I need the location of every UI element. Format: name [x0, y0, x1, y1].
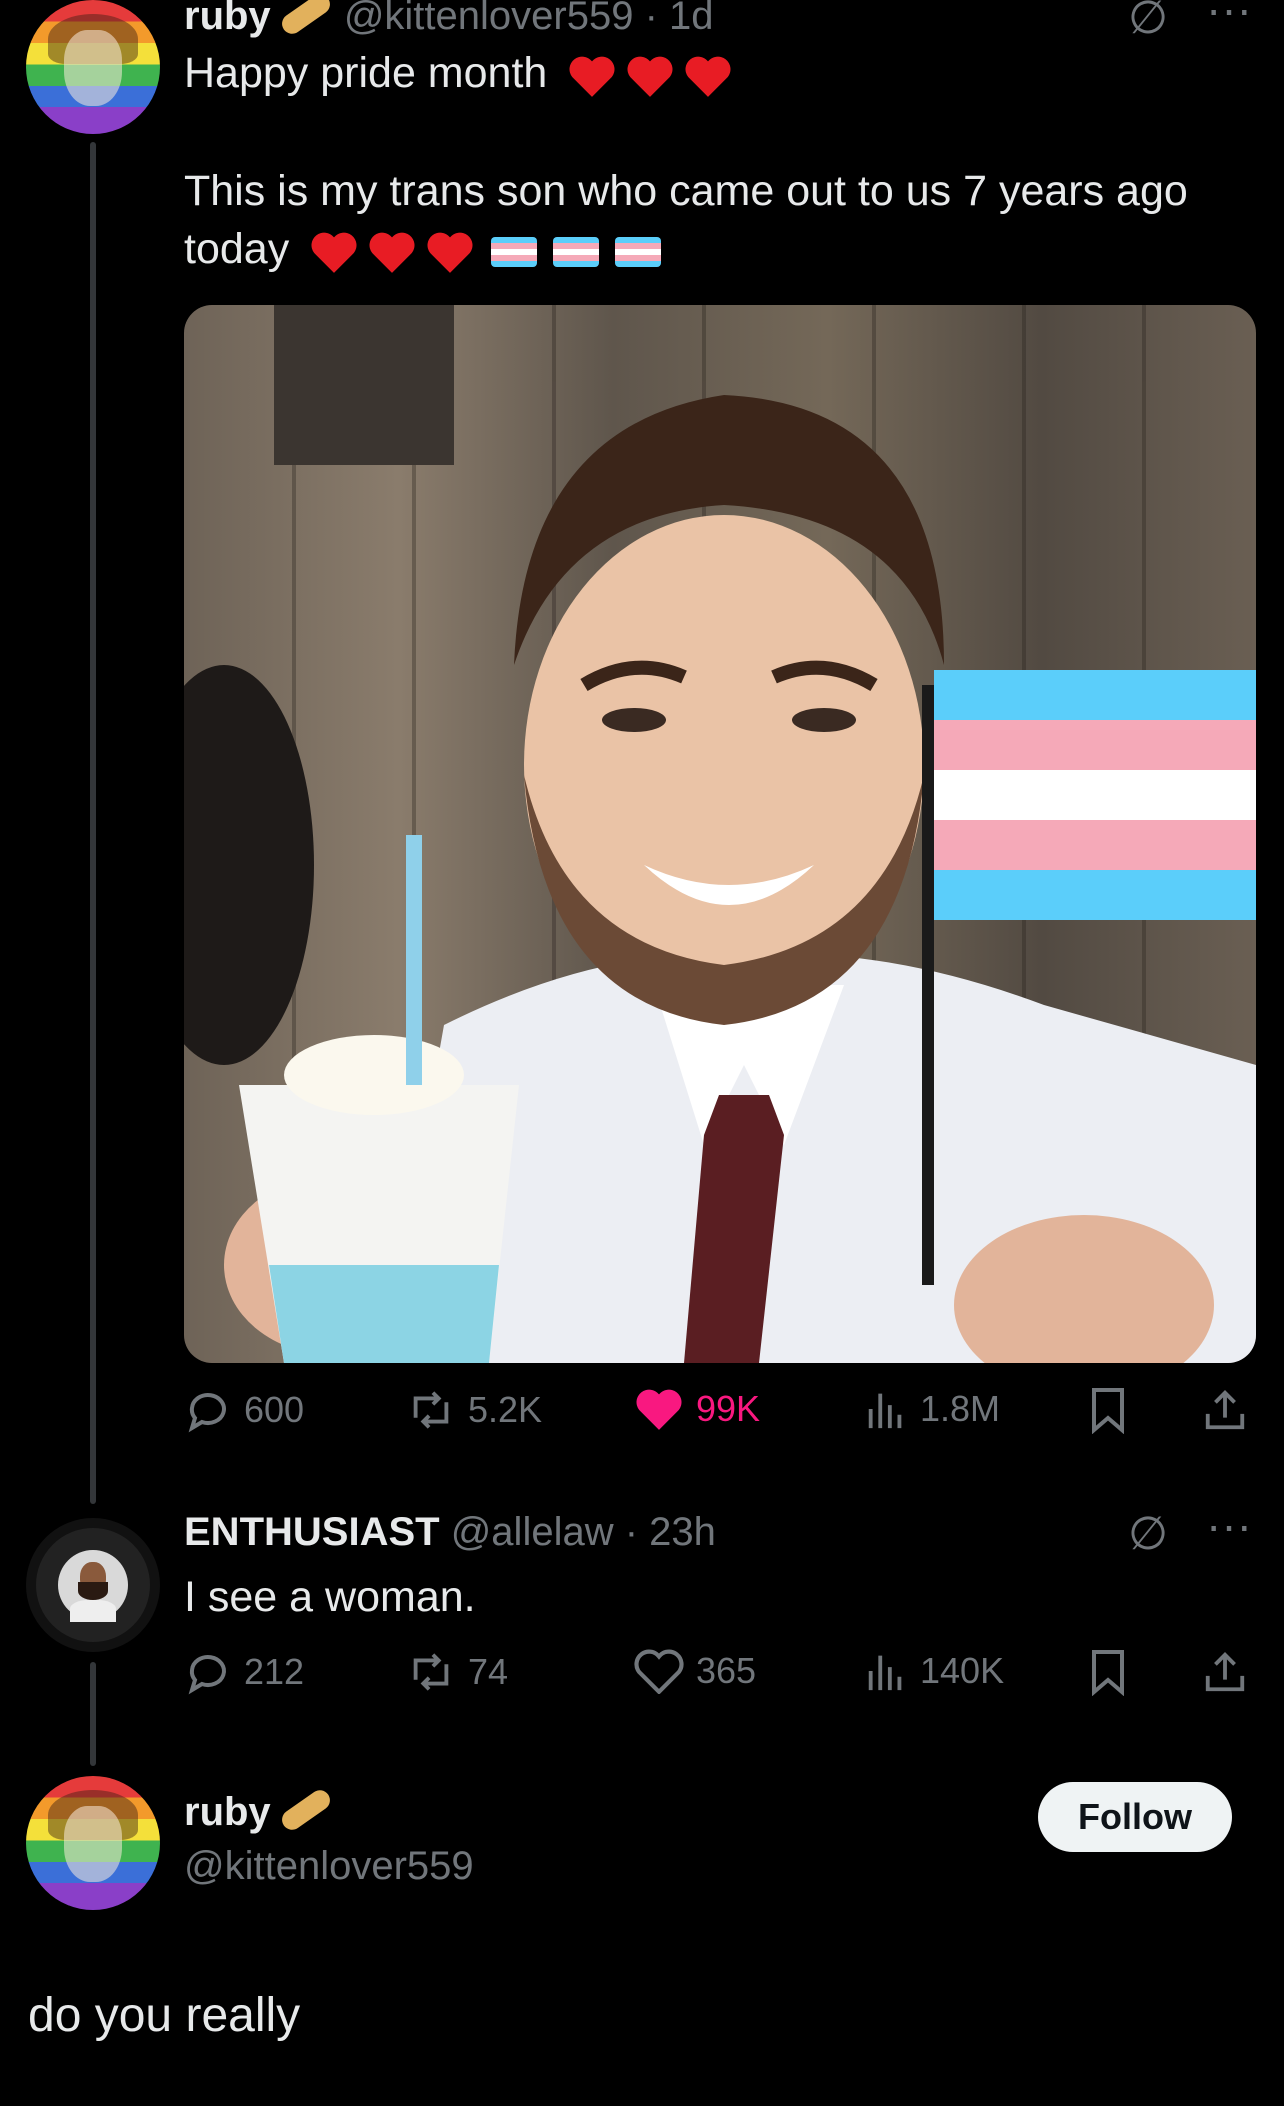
transgender-flag-emoji — [615, 236, 662, 267]
tweet-text: Happy pride month — [184, 44, 733, 102]
thread-connector — [90, 142, 96, 1504]
red-heart-icon — [627, 56, 673, 97]
response-text: do you really — [28, 1989, 301, 2042]
response-author-avatar[interactable] — [26, 1776, 160, 1910]
heart-filled-icon — [636, 1389, 682, 1430]
views-icon — [868, 1393, 902, 1429]
tweet-text-body: This is my trans son who came out to us … — [184, 162, 1188, 278]
share-button[interactable] — [1202, 1386, 1260, 1434]
reply-count: 600 — [244, 1389, 305, 1430]
follow-button[interactable]: Follow — [1038, 1782, 1232, 1852]
response-author-handle-row: @kittenlover559 — [184, 1844, 474, 1889]
retweet-icon — [413, 1653, 449, 1691]
bookmark-button[interactable] — [1088, 1648, 1140, 1696]
bookmark-button[interactable] — [1088, 1386, 1140, 1434]
author-name[interactable]: ruby — [184, 0, 271, 38]
views-count: 1.8M — [920, 1388, 1001, 1429]
reply-actions: 212 74 365 140K — [184, 1648, 1256, 1708]
response-author-handle[interactable]: @kittenlover559 — [184, 1844, 474, 1888]
red-heart-icon — [569, 56, 615, 97]
reply-timestamp[interactable]: · 23h — [625, 1510, 716, 1554]
tweet-header: ruby @kittenlover559 · 1d — [184, 0, 714, 39]
retweet-count: 5.2K — [468, 1389, 543, 1430]
thread-connector — [90, 1662, 96, 1766]
tweet-photo[interactable] — [184, 305, 1256, 1363]
retweet-button[interactable]: 5.2K — [406, 1386, 542, 1434]
tweet-text-line2: This is my trans son who came out to us … — [184, 167, 1188, 215]
response-author-name[interactable]: ruby — [184, 1790, 271, 1834]
baguette-emoji — [277, 0, 334, 39]
muted-icon[interactable]: ∅ — [1128, 0, 1168, 40]
retweet-button[interactable]: 74 — [406, 1648, 508, 1696]
author-handle[interactable]: @kittenlover559 — [344, 0, 634, 38]
views-count: 140K — [920, 1650, 1005, 1691]
tweet-text-line1: Happy pride month — [184, 49, 548, 97]
like-button[interactable]: 99K — [634, 1386, 760, 1432]
more-options-icon[interactable]: ··· — [1206, 0, 1252, 32]
views-button[interactable]: 1.8M — [864, 1386, 1000, 1432]
reply-count: 212 — [244, 1651, 305, 1692]
author-avatar[interactable] — [26, 0, 160, 134]
reply-header: ENTHUSIAST @allelaw · 23h — [184, 1510, 716, 1555]
reply-icon — [188, 1655, 226, 1695]
transgender-flag-emoji — [491, 236, 538, 267]
photo-illustration — [184, 305, 1256, 1363]
red-heart-icon — [369, 232, 415, 273]
bookmark-icon — [1092, 1650, 1124, 1696]
reply-author-avatar[interactable] — [26, 1518, 160, 1652]
thread-view: ruby @kittenlover559 · 1d ∅ ··· Happy pr… — [0, 0, 1284, 2106]
tweet-text-line3-row: today — [184, 220, 1188, 278]
reply-text: I see a woman. — [184, 1573, 476, 1621]
reply-button[interactable]: 212 — [184, 1648, 304, 1696]
like-button[interactable]: 365 — [634, 1648, 756, 1694]
red-heart-icon — [685, 56, 731, 97]
bookmark-icon — [1092, 1388, 1124, 1434]
red-heart-icon — [427, 232, 473, 273]
timestamp[interactable]: · 1d — [645, 0, 714, 38]
response-author-name-row: ruby — [184, 1786, 334, 1835]
retweet-count: 74 — [468, 1651, 509, 1692]
reply-button[interactable]: 600 — [184, 1386, 304, 1434]
reply-author-name[interactable]: ENTHUSIAST — [184, 1510, 440, 1554]
like-count: 365 — [696, 1650, 757, 1691]
share-icon — [1205, 1652, 1245, 1692]
views-button[interactable]: 140K — [864, 1648, 1004, 1694]
share-icon — [1205, 1390, 1245, 1430]
more-options-icon[interactable]: ··· — [1206, 1502, 1252, 1548]
like-count: 99K — [696, 1388, 761, 1429]
baguette-emoji — [277, 1786, 334, 1835]
views-icon — [868, 1655, 902, 1691]
tweet-actions: 600 5.2K 99K 1.8M — [184, 1386, 1256, 1446]
reply-author-handle[interactable]: @allelaw — [451, 1510, 614, 1554]
red-heart-icon — [311, 232, 357, 273]
tweet-text-line3: today — [184, 225, 290, 273]
heart-outline-icon — [634, 1649, 684, 1694]
transgender-flag-emoji — [553, 236, 600, 267]
muted-icon[interactable]: ∅ — [1128, 1510, 1168, 1556]
share-button[interactable] — [1202, 1648, 1260, 1696]
reply-icon — [188, 1393, 226, 1433]
retweet-icon — [413, 1391, 449, 1429]
